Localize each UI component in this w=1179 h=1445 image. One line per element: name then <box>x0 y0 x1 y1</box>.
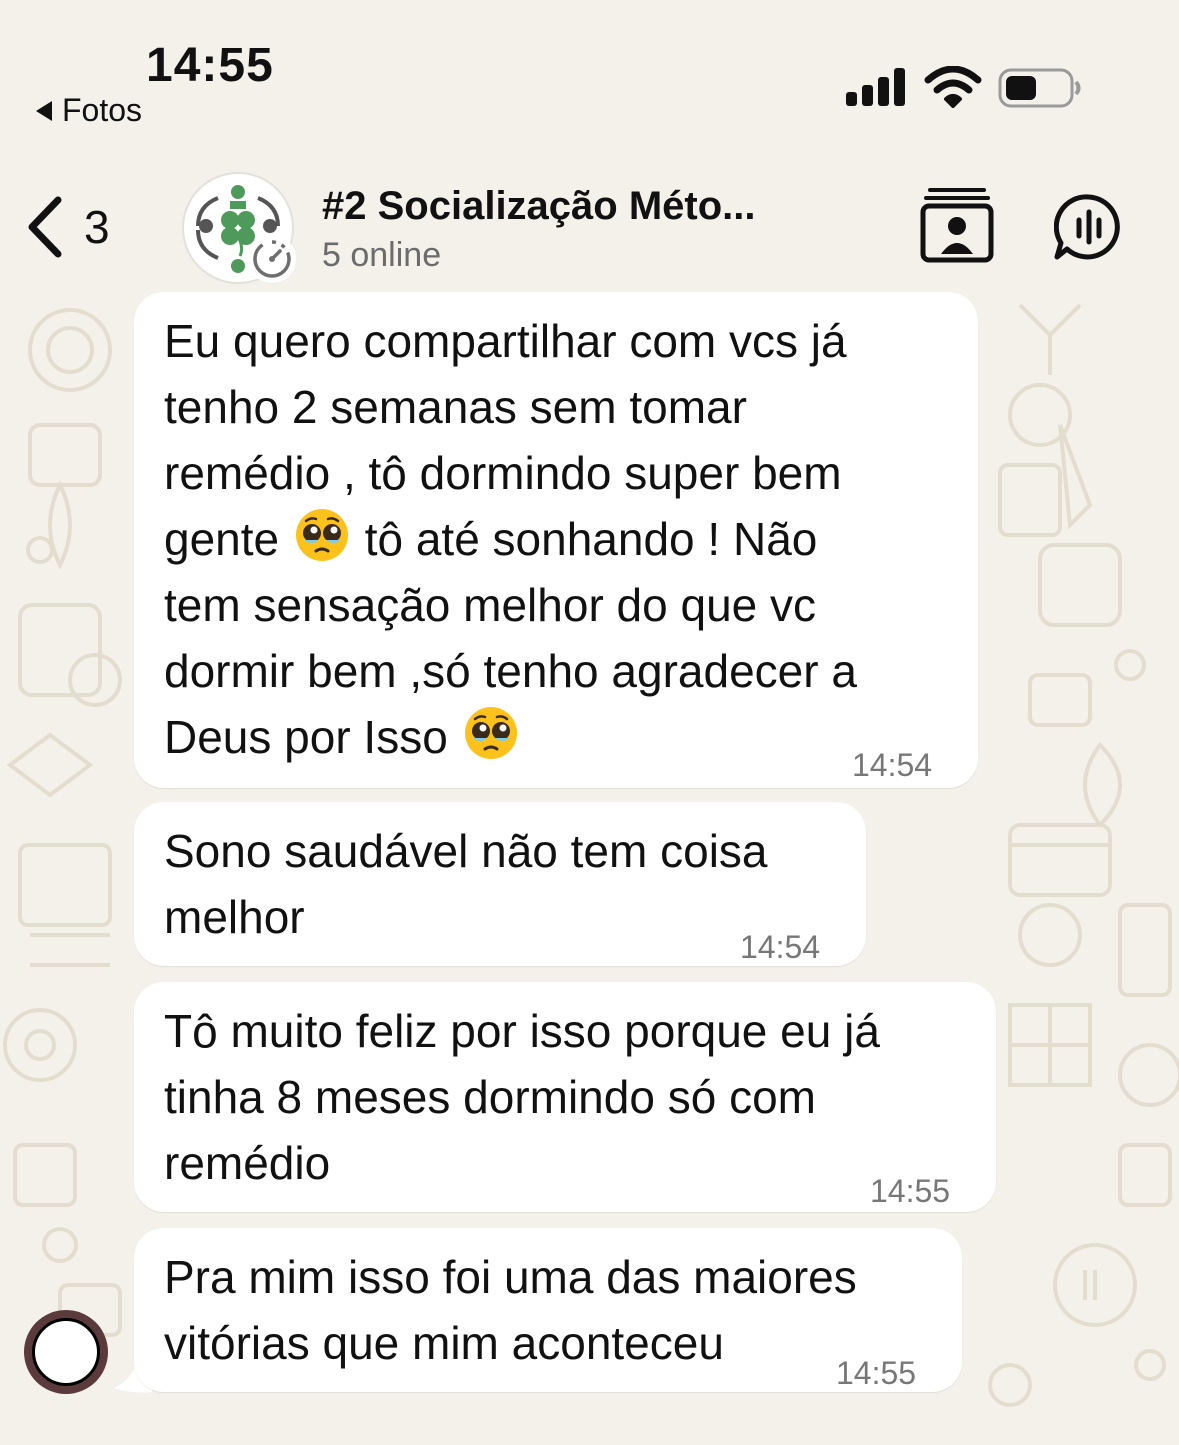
message-line: Tô muito feliz por isso porque eu já <box>164 1005 880 1057</box>
message-line: melhor <box>164 891 305 943</box>
message-line-part: tô até sonhando ! Não <box>364 513 818 565</box>
message-line: tinha 8 meses dormindo só com <box>164 1071 816 1123</box>
message-line: tenho 2 semanas sem tomar <box>164 381 747 433</box>
message-line: Eu quero compartilhar com vcs já <box>164 315 847 367</box>
message-line: Pra mim isso foi uma das maiores <box>164 1251 857 1303</box>
message-time: 14:55 <box>836 1355 917 1391</box>
message-text: Sono saudável não tem coisa melhor <box>164 818 768 950</box>
back-button[interactable]: 3 <box>24 192 134 262</box>
message-line: tem sensação melhor do que vc <box>164 579 817 631</box>
message-line: dormir bem ,só tenho agradecer a <box>164 645 857 697</box>
voice-chat-icon[interactable] <box>1054 192 1124 262</box>
pleading-face-emoji-icon <box>464 707 517 759</box>
message-line: Deus por Isso <box>164 704 857 770</box>
message-line: remédio , tô dormindo super bem <box>164 447 842 499</box>
message-bubble[interactable]: Eu quero compartilhar com vcs já tenho 2… <box>134 292 978 788</box>
status-bar: 14:55 Fotos <box>0 0 1179 140</box>
message-bubble[interactable]: Tô muito feliz por isso porque eu já tin… <box>134 982 996 1212</box>
signal-icon <box>846 68 905 106</box>
message-time: 14:54 <box>740 929 821 965</box>
status-time: 14:55 <box>146 39 274 92</box>
avatar-redacted <box>32 1318 100 1386</box>
unread-count: 3 <box>84 201 110 253</box>
sender-avatar[interactable] <box>24 1310 108 1394</box>
wifi-icon <box>924 66 982 108</box>
message-line: remédio <box>164 1137 331 1189</box>
back-triangle-icon <box>36 100 52 121</box>
group-title[interactable]: #2 Socialização Méto... <box>322 184 756 229</box>
message-line: Sono saudável não tem coisa <box>164 825 768 877</box>
message-line: gente tô até sonhando ! Não <box>164 506 857 572</box>
message-line-part: gente <box>164 513 280 565</box>
message-bubble[interactable]: Pra mim isso foi uma das maiores vitória… <box>134 1228 962 1392</box>
disappearing-timer-icon <box>248 235 296 283</box>
chat-header: 3 #2 Socialização Méto... 5 online <box>0 140 1179 285</box>
message-time: 14:55 <box>870 1173 951 1209</box>
message-line: vitórias que mim aconteceu <box>164 1317 724 1369</box>
battery-icon <box>998 68 1081 108</box>
back-app-label: Fotos <box>62 92 143 128</box>
message-bubble[interactable]: Sono saudável não tem coisa melhor 14:54 <box>134 802 866 966</box>
message-text: Eu quero compartilhar com vcs já tenho 2… <box>164 308 857 770</box>
message-text: Pra mim isso foi uma das maiores vitória… <box>164 1244 857 1376</box>
chevron-left-icon <box>28 196 62 258</box>
message-time: 14:54 <box>852 747 933 783</box>
message-line-part: Deus por Isso <box>164 711 448 763</box>
online-count: 5 online <box>322 236 442 274</box>
message-text: Tô muito feliz por isso porque eu já tin… <box>164 998 880 1196</box>
contact-card-icon[interactable] <box>920 186 994 264</box>
back-to-app-button[interactable]: Fotos <box>36 92 142 129</box>
pleading-face-emoji-icon <box>295 509 348 561</box>
